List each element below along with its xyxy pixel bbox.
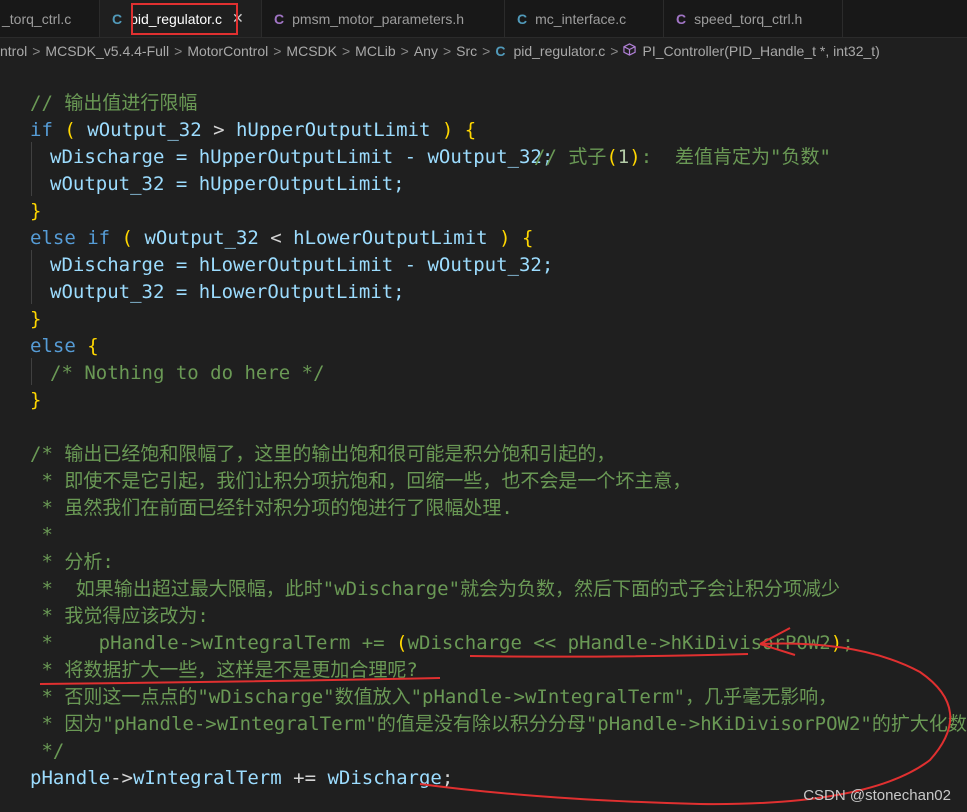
breadcrumb-function[interactable]: PI_Controller(PID_Handle_t *, int32_t) <box>642 43 879 59</box>
code-line: * 分析: <box>30 551 114 573</box>
identifier: hLowerOutputLimit <box>293 227 488 249</box>
code-line: /* Nothing to do here */ <box>50 362 325 384</box>
breadcrumb-item[interactable]: ntrol <box>0 43 27 59</box>
c-file-icon: C <box>495 43 506 59</box>
identifier: wDischarge <box>327 767 442 789</box>
comment-text: * pHandle->wIntegralTerm += <box>30 632 397 654</box>
code-line: } <box>30 308 42 330</box>
c-file-icon: C <box>517 10 528 27</box>
code-line: else if ( wOutput_32 < hLowerOutputLimit… <box>30 227 534 249</box>
tab-speed-torq-ctrl-c[interactable]: _torq_ctrl.c <box>0 0 100 37</box>
code-line: } <box>30 389 42 411</box>
comment-text: : 差值肯定为"负数" <box>640 146 831 168</box>
code-line: wOutput_32 = hUpperOutputLimit; <box>50 173 405 195</box>
code-line: * 我觉得应该改为: <box>30 605 209 627</box>
identifier: wIntegralTerm <box>132 767 282 789</box>
code-line: * pHandle->wIntegralTerm += (wDischarge … <box>30 632 854 654</box>
breadcrumb-item[interactable]: Src <box>456 43 477 59</box>
identifier: hUpperOutputLimit <box>235 119 431 141</box>
code-line: * 即使不是它引起，我们让积分项抗饱和，回缩一些，也不会是一个坏主意， <box>30 470 692 492</box>
code-line: * 因为"pHandle->wIntegralTerm"的值是没有除以积分分母"… <box>30 713 967 735</box>
tab-label: _torq_ctrl.c <box>2 10 72 27</box>
statement: wDischarge = hUpperOutputLimit - wOutput… <box>50 146 554 168</box>
comment-text: wDischarge << pHandle->hKiDivisorPOW2 <box>407 632 831 654</box>
chevron-right-icon: > <box>442 43 452 59</box>
chevron-right-icon: > <box>341 43 351 59</box>
punctuation: ; <box>441 767 454 789</box>
chevron-right-icon: > <box>400 43 409 59</box>
chevron-right-icon: > <box>610 43 619 59</box>
code-line: * 如果输出超过最大限幅，此时"wDischarge"就会为负数，然后下面的式子… <box>30 578 841 600</box>
tab-speed-torq-ctrl-h[interactable]: C speed_torq_ctrl.h <box>664 0 843 37</box>
code-line: * 否则这一点点的"wDischarge"数值放入"pHandle->wInte… <box>30 686 838 708</box>
comment-text: // 式子 <box>534 146 607 168</box>
keyword: else if <box>30 227 111 249</box>
tab-label: pmsm_motor_parameters.h <box>292 10 465 27</box>
identifier: wOutput_32 <box>144 227 259 249</box>
code-line: wDischarge = hUpperOutputLimit - wOutput… <box>50 144 553 171</box>
identifier: wOutput_32 <box>87 119 202 141</box>
comment-number: 1 <box>617 146 630 168</box>
c-file-icon: C <box>112 10 123 27</box>
breadcrumb-item[interactable]: MotorControl <box>187 43 268 59</box>
comment-text: ; <box>842 632 854 654</box>
breadcrumb-file[interactable]: pid_regulator.c <box>513 43 605 59</box>
operator: < <box>258 227 294 249</box>
tab-mc-interface-c[interactable]: C mc_interface.c <box>505 0 664 37</box>
chevron-right-icon: > <box>482 43 491 59</box>
chevron-right-icon: > <box>273 43 282 59</box>
breadcrumb-item[interactable]: MCLib <box>355 43 395 59</box>
code-line: if ( wOutput_32 > hUpperOutputLimit ) { <box>30 119 477 141</box>
c-header-file-icon: C <box>676 10 687 27</box>
c-header-file-icon: C <box>274 10 285 27</box>
code-line: wDischarge = hLowerOutputLimit - wOutput… <box>50 254 554 276</box>
breadcrumb-item[interactable]: Any <box>414 43 438 59</box>
code-line: * 虽然我们在前面已经针对积分项的饱进行了限幅处理. <box>30 497 513 519</box>
breadcrumb-item[interactable]: MCSDK_v5.4.4-Full <box>45 43 169 59</box>
identifier: pHandle <box>30 767 111 789</box>
code-comment: // 式子(1): 差值肯定为"负数" <box>534 146 831 168</box>
operator: += <box>281 767 328 789</box>
code-line: wOutput_32 = hLowerOutputLimit; <box>50 281 405 303</box>
code-line: else { <box>30 335 99 357</box>
chevron-right-icon: > <box>32 43 41 59</box>
tab-label: mc_interface.c <box>535 10 627 27</box>
chevron-right-icon: > <box>174 43 183 59</box>
operator: > <box>201 119 236 141</box>
tab-pmsm-motor-parameters-h[interactable]: C pmsm_motor_parameters.h <box>262 0 505 37</box>
operator: -> <box>110 767 133 789</box>
indent-guide <box>31 358 32 385</box>
highlight-box <box>131 3 238 35</box>
code-line: // 输出值进行限幅 <box>30 92 198 114</box>
code-line: } <box>30 200 42 222</box>
indent-guide <box>31 250 32 304</box>
indent-guide <box>31 142 32 196</box>
code-line: /* 输出已经饱和限幅了，这里的输出饱和很可能是积分饱和引起的， <box>30 443 616 465</box>
code-line: * <box>30 524 53 546</box>
keyword: if <box>30 119 53 141</box>
breadcrumb: ntrol > MCSDK_v5.4.4-Full > MotorControl > … <box>0 38 967 64</box>
function-cube-icon <box>623 43 637 59</box>
breadcrumb-item[interactable]: MCSDK <box>286 43 337 59</box>
tab-label: speed_torq_ctrl.h <box>694 10 803 27</box>
code-line: pHandle->wIntegralTerm += wDischarge; <box>30 765 453 792</box>
keyword: else <box>30 335 76 357</box>
code-line: */ <box>30 740 65 762</box>
watermark: CSDN @stonechan02 <box>803 787 951 804</box>
code-line: * 将数据扩大一些，这样是不是更加合理呢? <box>30 659 418 681</box>
